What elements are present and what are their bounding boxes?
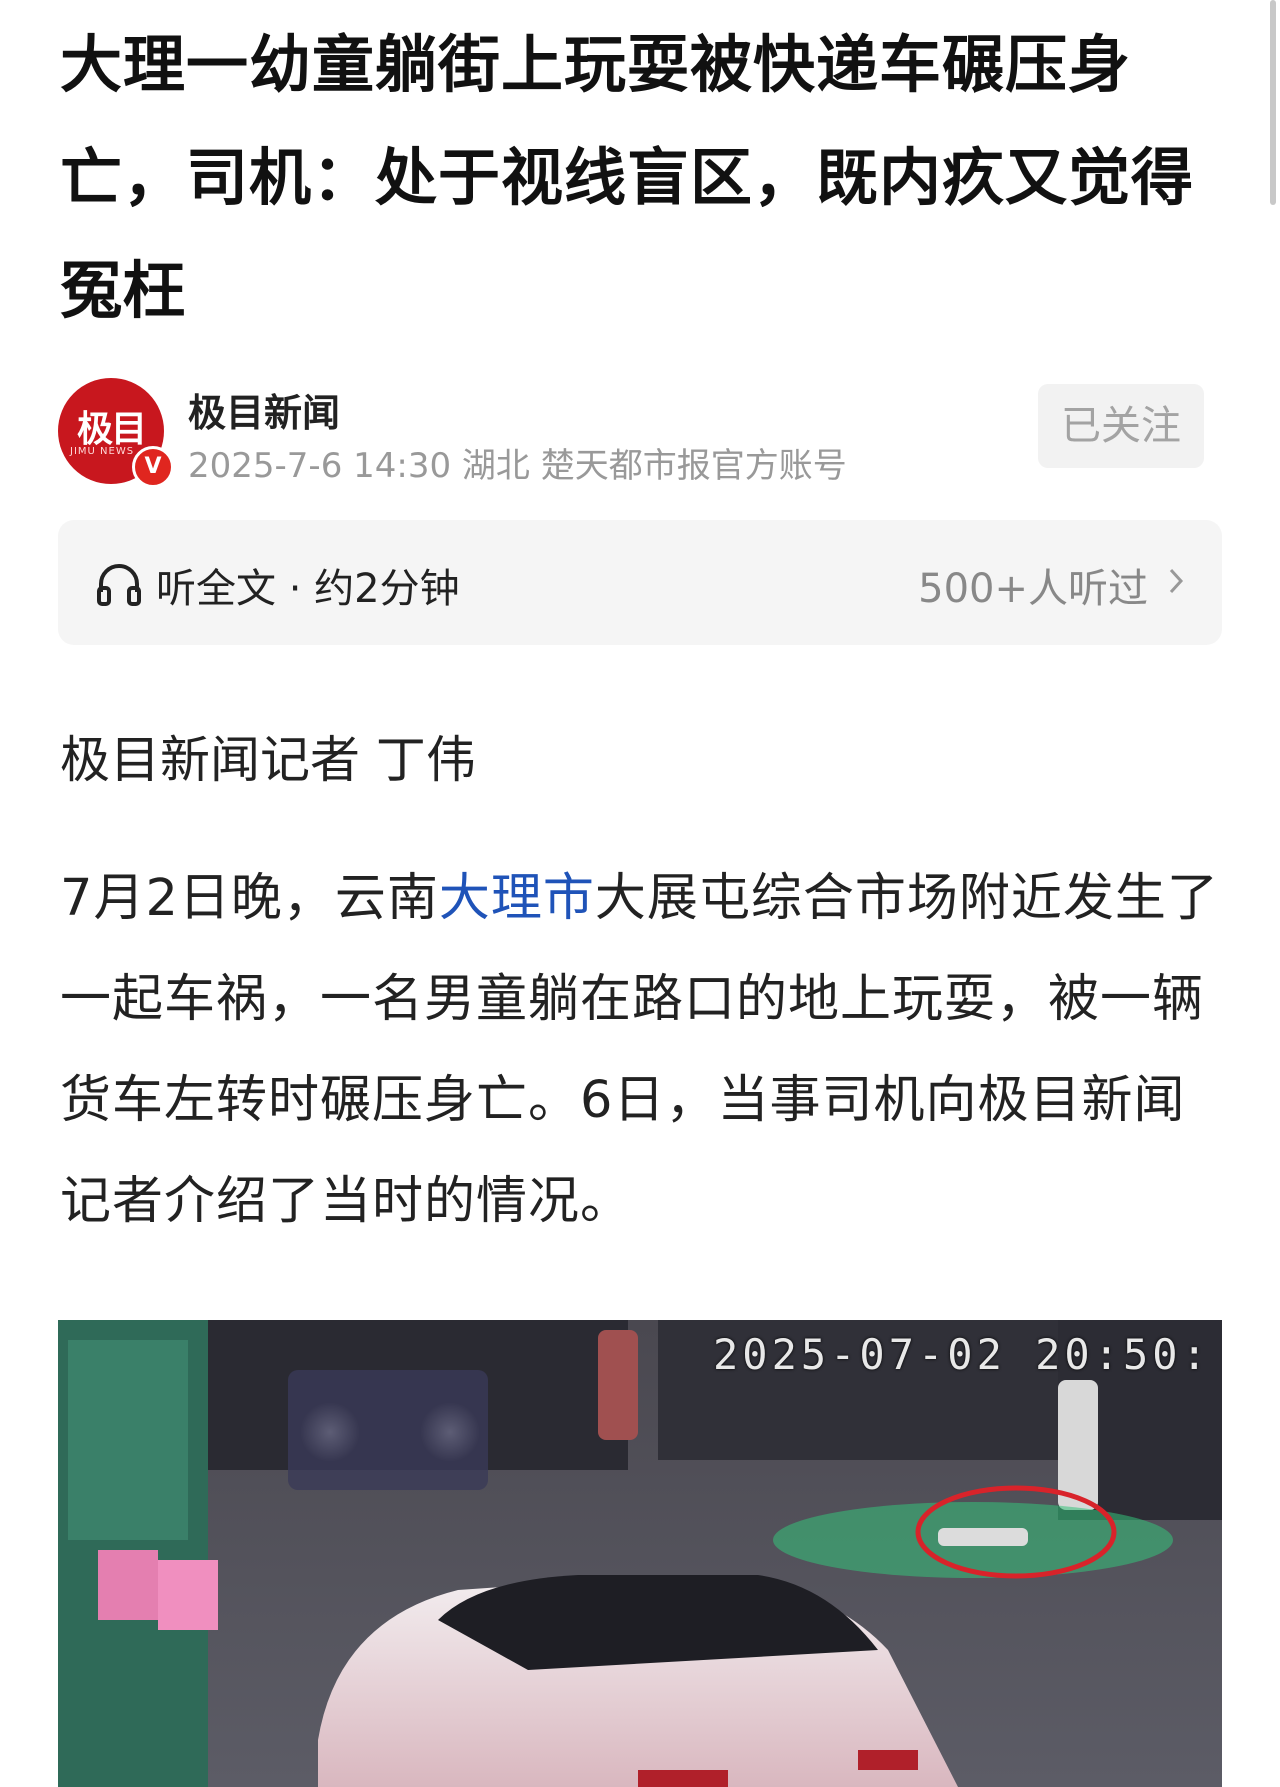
author-meta: 2025-7-6 14:30 湖北 楚天都市报官方账号 <box>188 446 847 486</box>
scrollbar[interactable] <box>1270 0 1276 205</box>
logo-text: 极目 <box>76 408 147 450</box>
chevron-right-icon <box>1169 568 1184 594</box>
photo-illustration <box>58 1320 1222 1787</box>
article-title: 大理一幼童躺街上玩耍被快递车碾压身亡，司机：处于视线盲区，既内疚又觉得冤枉 <box>60 28 1195 327</box>
location-link[interactable]: 大理市 <box>439 869 595 928</box>
follow-button[interactable]: 已关注 <box>1038 384 1204 468</box>
surveillance-photo[interactable]: 2025-07-02 20:50: <box>58 1320 1222 1787</box>
logo-subtext: JIMU NEWS <box>70 446 135 457</box>
listen-label: 听全文 · 约2分钟 <box>156 566 460 612</box>
reporter-byline: 极目新闻记者 丁伟 <box>60 731 476 789</box>
article-body: 7月2日晚，云南大理市大展屯综合市场附近发生了一起车祸，一名男童躺在路口的地上玩… <box>60 848 1225 1252</box>
author-row: 极目 JIMU NEWS V 极目新闻 2025-7-6 14:30 湖北 楚天… <box>58 378 1218 488</box>
listen-bar[interactable]: 听全文 · 约2分钟 500+人听过 <box>58 520 1222 645</box>
author-name[interactable]: 极目新闻 <box>188 382 340 437</box>
body-text-1: 7月2日晚，云南 <box>60 869 439 928</box>
headphone-icon <box>97 564 141 606</box>
verified-badge-icon: V <box>132 446 174 488</box>
listen-count: 500+人听过 <box>918 566 1148 612</box>
video-timestamp: 2025-07-02 20:50: <box>713 1330 1211 1379</box>
